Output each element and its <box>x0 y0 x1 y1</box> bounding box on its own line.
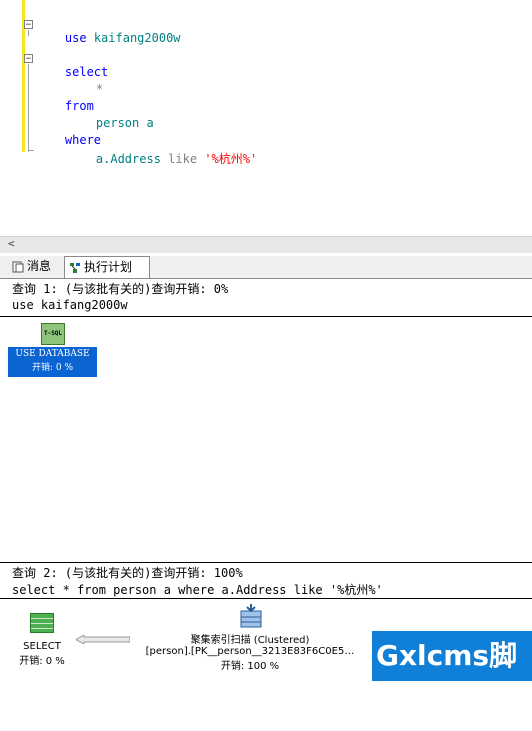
tsql-icon[interactable]: T-SQL <box>41 323 65 345</box>
scan-object: [person].[PK__person__3213E83F6C0E5… <box>145 646 355 657</box>
code-line-7: a.Address like '%杭州%' <box>67 136 257 181</box>
scan-title: 聚集索引扫描 (Clustered) <box>190 635 310 646</box>
keyword: use <box>64 31 87 45</box>
clustered-index-scan-label: 聚集索引扫描 (Clustered) [person].[PK__person_… <box>130 631 370 672</box>
select-title: SELECT <box>23 641 61 652</box>
tab-execution-plan-label: 执行计划 <box>84 260 133 274</box>
divider <box>0 316 532 317</box>
database-name: kaifang2000w <box>93 31 181 45</box>
flow-arrow-icon <box>76 635 130 644</box>
sql-editor[interactable]: − − use kaifang2000w select * from perso… <box>0 0 532 236</box>
select-cost: 开销: 0 % <box>19 656 65 667</box>
clustered-index-scan-icon[interactable] <box>239 603 263 629</box>
horizontal-scrollbar[interactable]: < <box>0 236 532 253</box>
collapse-icon[interactable]: − <box>24 20 33 30</box>
scan-cost: 开销: 100 % <box>220 661 280 672</box>
tab-execution-plan[interactable]: 执行计划 <box>64 256 150 278</box>
table-name: person a <box>95 116 154 130</box>
select-operator-icon[interactable] <box>30 613 54 633</box>
operator-cost: 开销: 0 % <box>31 363 74 373</box>
column-name: a.Address <box>95 152 161 166</box>
use-database-operator[interactable]: USE DATABASE 开销: 0 % <box>8 347 97 377</box>
string-literal: '%杭州%' <box>204 152 258 166</box>
divider <box>0 598 532 599</box>
tab-messages[interactable]: 消息 <box>8 256 60 277</box>
divider <box>0 562 532 563</box>
collapse-icon[interactable]: − <box>24 54 33 64</box>
results-tab-bar: 消息 执行计划 <box>0 256 532 279</box>
outline-line <box>28 64 29 152</box>
like-operator: like <box>168 152 198 166</box>
select-operator-label: SELECT 开销: 0 % <box>12 641 72 667</box>
query-1-sql: use kaifang2000w <box>12 298 128 312</box>
star-operator: * <box>95 82 104 96</box>
tab-messages-label: 消息 <box>27 259 52 273</box>
outline-line <box>28 30 29 36</box>
operator-title: USE DATABASE <box>15 349 90 359</box>
outline-end <box>28 150 34 151</box>
query-2-sql: select * from person a where a.Address l… <box>12 583 383 597</box>
execution-plan-icon <box>70 262 80 273</box>
query-2-header: 查询 2: (与该批有关的)查询开销: 100% <box>12 566 243 580</box>
scroll-left-icon[interactable]: < <box>8 237 15 250</box>
message-icon <box>12 261 24 272</box>
watermark-logo: Gxlcms脚本 <box>372 631 532 722</box>
query-1-header: 查询 1: (与该批有关的)查询开销: 0% <box>12 282 229 296</box>
